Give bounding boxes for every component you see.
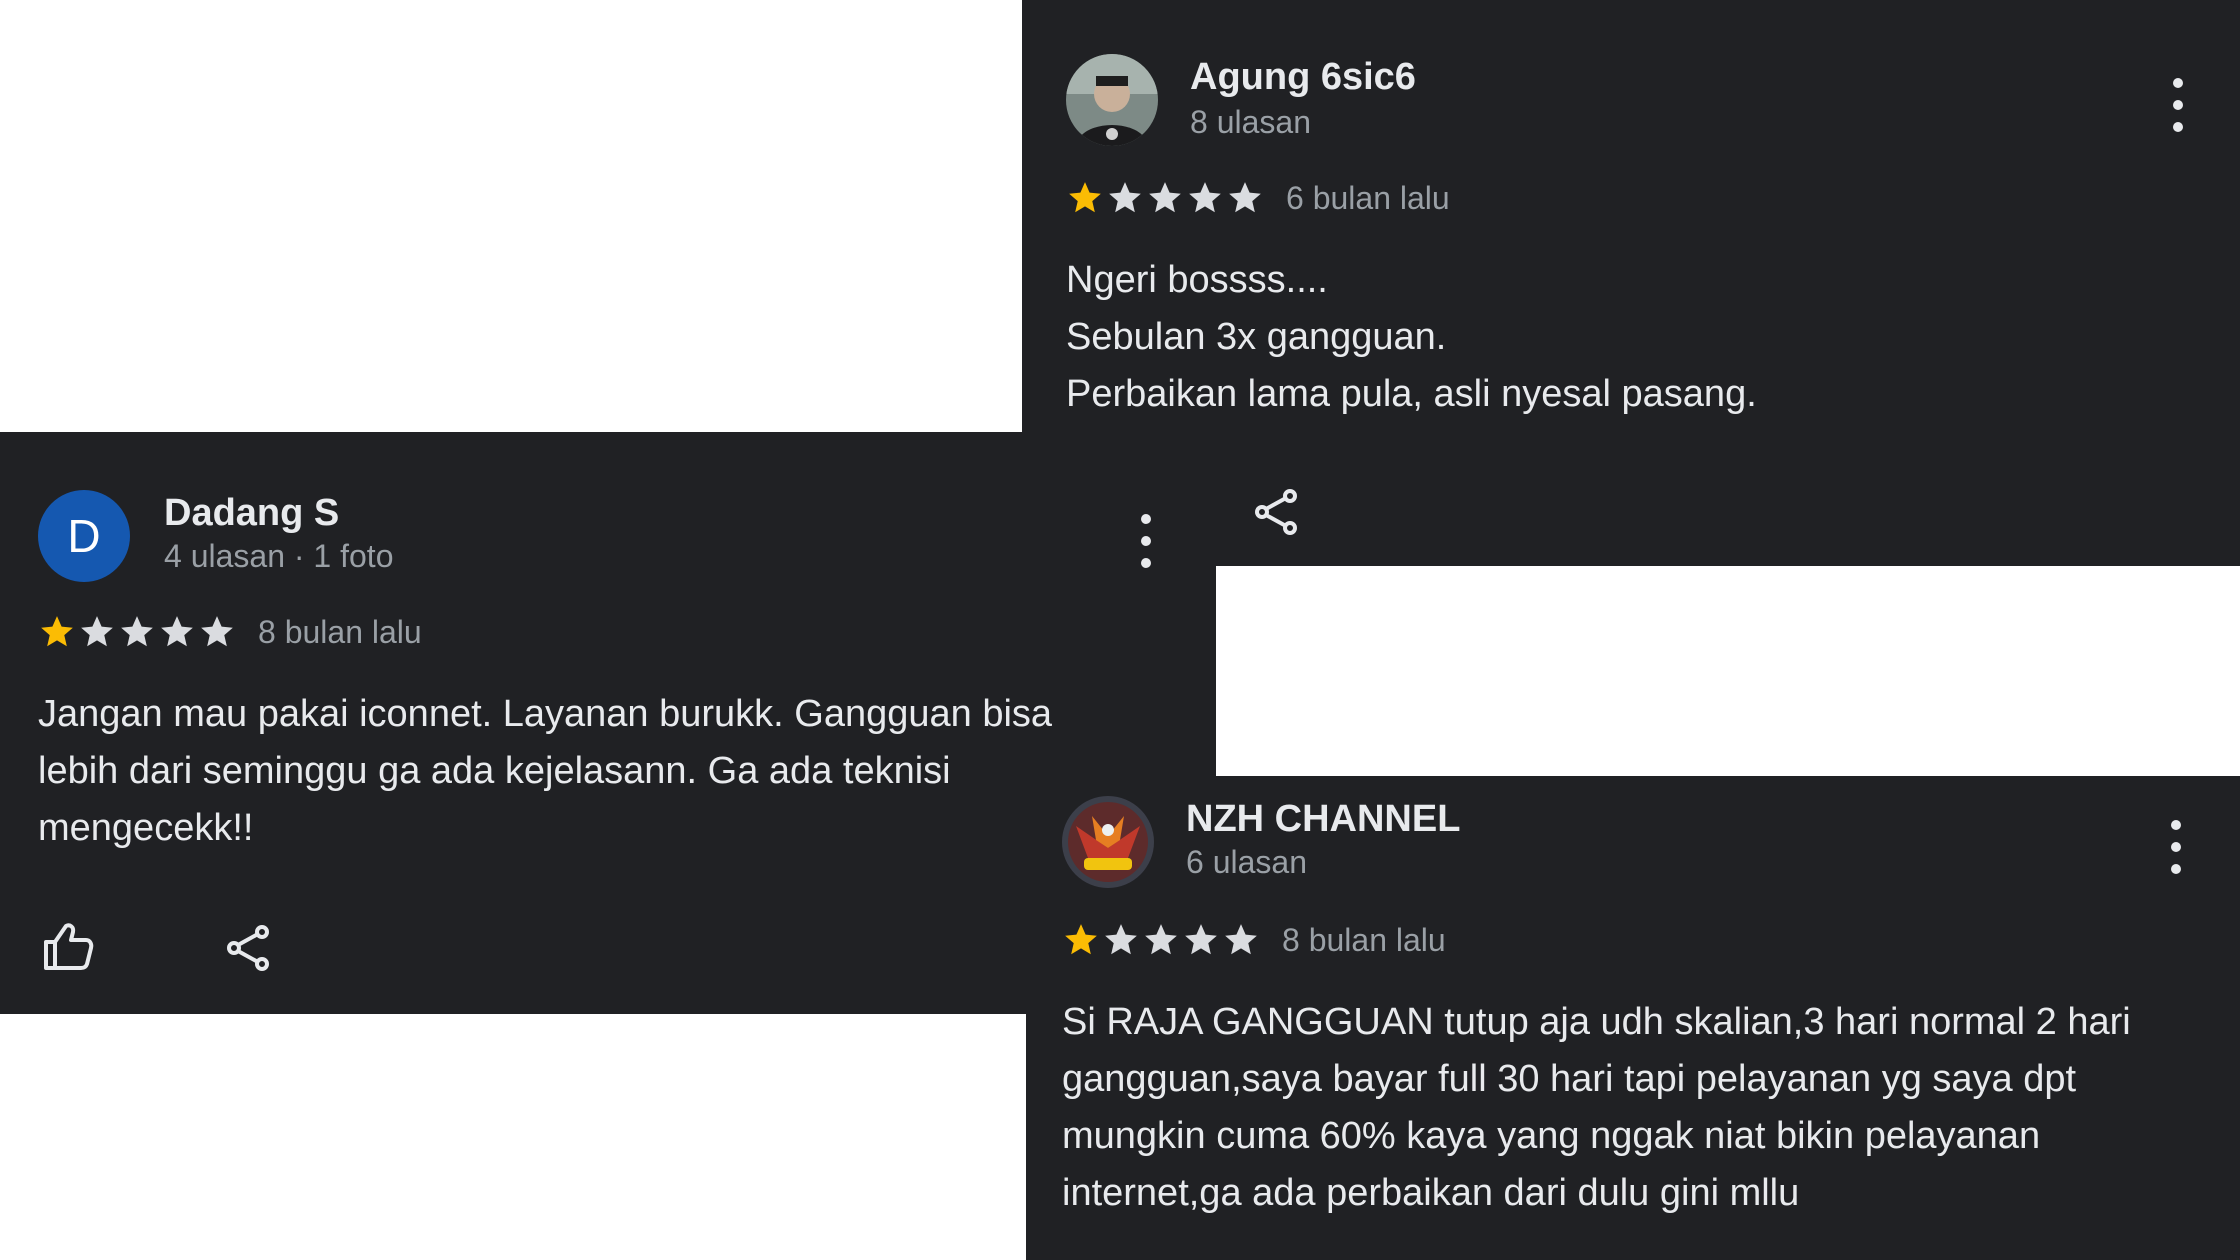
reviewer-meta: 8 ulasan <box>1190 104 1311 140</box>
review-text-line: Perbaikan lama pula, asli nyesal pasang. <box>1066 373 1757 415</box>
star-filled-icon <box>41 616 73 647</box>
reviewer-avatar[interactable] <box>1062 796 1154 888</box>
reviewer-avatar[interactable]: D <box>38 490 130 582</box>
more-options-button[interactable] <box>1136 514 1156 568</box>
review-date: 8 bulan lalu <box>258 613 422 650</box>
star-empty-icon <box>1149 182 1181 213</box>
more-options-button[interactable] <box>2168 78 2188 132</box>
review-text-line: gangguan,saya bayar full 30 hari tapi pe… <box>1062 1058 2077 1100</box>
thumbs-up-icon <box>44 923 94 970</box>
reviewer-name[interactable]: Dadang S <box>164 492 339 535</box>
reviewer-meta: 4 ulasan · 1 foto <box>164 538 394 574</box>
star-empty-icon <box>1109 182 1141 213</box>
star-rating <box>38 613 238 651</box>
reviewer-meta: 6 ulasan <box>1186 844 1307 880</box>
star-empty-icon <box>1185 924 1217 955</box>
share-button[interactable] <box>1248 484 1304 540</box>
review-card-nzh: NZH CHANNEL 6 ulasan 8 bulan lalu Si RAJ… <box>1026 776 2240 1260</box>
star-empty-icon <box>1229 182 1261 213</box>
review-text: Si RAJA GANGGUAN tutup aja udh skalian,3… <box>1062 994 2131 1222</box>
more-options-button[interactable] <box>2166 820 2186 874</box>
rating-row: 8 bulan lalu <box>1062 918 1446 962</box>
share-icon <box>1255 489 1297 535</box>
star-empty-icon <box>1225 924 1257 955</box>
review-text-line: mengecekk!! <box>38 807 254 849</box>
review-text: Jangan mau pakai iconnet. Layanan burukk… <box>38 686 1052 857</box>
review-text-line: Ngeri bossss.... <box>1066 259 1328 301</box>
star-empty-icon <box>1189 182 1221 213</box>
reviewer-name[interactable]: Agung 6sic6 <box>1190 56 1416 99</box>
share-icon <box>227 925 269 971</box>
review-text-line: Jangan mau pakai iconnet. Layanan burukk… <box>38 693 1053 735</box>
like-button[interactable] <box>40 918 96 974</box>
review-text-line: lebih dari seminggu ga ada kejelasann. G… <box>38 750 951 792</box>
review-text-line: Sebulan 3x gangguan. <box>1066 316 1447 358</box>
share-button[interactable] <box>220 920 276 976</box>
review-text: Ngeri bossss.... Sebulan 3x gangguan. Pe… <box>1066 252 1757 423</box>
review-text-line: mungkin cuma 60% kaya yang nggak niat bi… <box>1062 1115 2041 1157</box>
reviewer-name[interactable]: NZH CHANNEL <box>1186 798 1460 841</box>
review-date: 8 bulan lalu <box>1282 921 1446 958</box>
review-date: 6 bulan lalu <box>1286 179 1450 216</box>
reviewer-avatar[interactable] <box>1066 54 1158 146</box>
star-filled-icon <box>1065 924 1097 955</box>
review-text-line: Si RAJA GANGGUAN tutup aja udh skalian,3… <box>1062 1001 2131 1043</box>
rating-row: 8 bulan lalu <box>38 610 422 654</box>
star-empty-icon <box>201 616 233 647</box>
star-filled-icon <box>1069 182 1101 213</box>
star-empty-icon <box>81 616 113 647</box>
review-text-line: internet,ga ada perbaikan dari dulu gini… <box>1062 1172 1800 1214</box>
star-empty-icon <box>1145 924 1177 955</box>
star-empty-icon <box>161 616 193 647</box>
star-rating <box>1062 921 1262 959</box>
rating-row: 6 bulan lalu <box>1066 176 1450 220</box>
star-empty-icon <box>121 616 153 647</box>
star-empty-icon <box>1105 924 1137 955</box>
star-rating <box>1066 179 1266 217</box>
